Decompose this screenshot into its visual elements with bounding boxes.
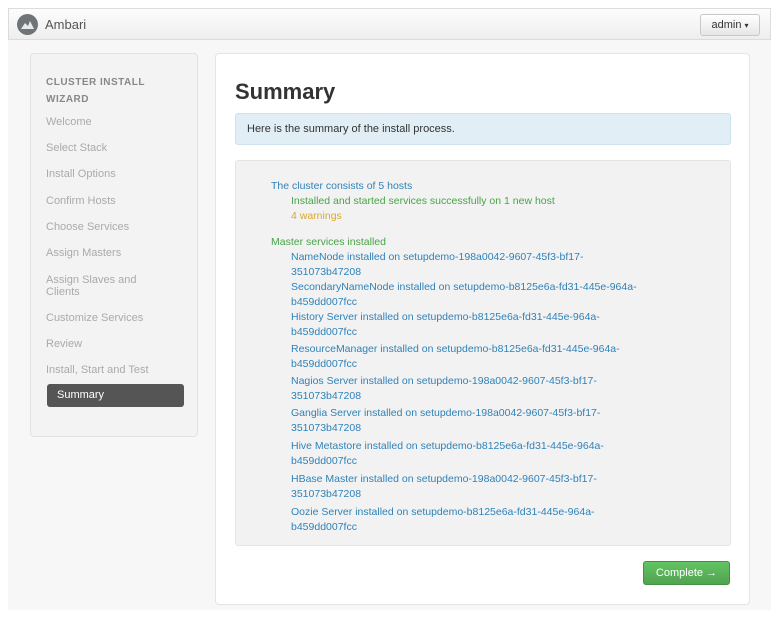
service-line: NameNode installed on setupdemo-198a0042… <box>291 251 584 263</box>
main-content-panel: Summary Here is the summary of the insta… <box>215 53 750 605</box>
sidebar-item-choose-services[interactable]: Choose Services <box>46 221 186 233</box>
service-line: SecondaryNameNode installed on setupdemo… <box>291 281 637 293</box>
complete-button[interactable]: Complete → <box>643 561 730 585</box>
page-title: Summary <box>235 79 336 104</box>
service-line: HBase Master installed on setupdemo-198a… <box>291 473 597 485</box>
sidebar-item-assign-slaves[interactable]: Assign Slaves and Clients <box>46 274 156 298</box>
service-line: Oozie Server installed on setupdemo-b812… <box>291 506 595 518</box>
warnings-link[interactable]: 4 warnings <box>291 210 342 223</box>
sidebar-item-install-options[interactable]: Install Options <box>46 168 186 180</box>
chevron-down-icon: ▾ <box>744 21 749 30</box>
service-line: Nagios Server installed on setupdemo-198… <box>291 375 597 387</box>
service-line: b459dd007fcc <box>291 455 357 467</box>
master-services-header: Master services installed <box>271 236 386 248</box>
summary-well: The cluster consists of 5 hosts Installe… <box>235 160 731 546</box>
service-line: Ganglia Server installed on setupdemo-19… <box>291 407 601 419</box>
top-navbar: Ambari admin ▾ <box>8 8 771 40</box>
sidebar-header: CLUSTER INSTALL WIZARD <box>46 77 145 105</box>
brand-name[interactable]: Ambari <box>45 17 86 32</box>
service-line: ResourceManager installed on setupdemo-b… <box>291 343 620 355</box>
service-line: 351073b47208 <box>291 422 362 434</box>
user-menu-label: admin <box>711 19 742 31</box>
service-line: b459dd007fcc <box>291 326 357 338</box>
service-line: Hive Metastore installed on setupdemo-b8… <box>291 440 604 452</box>
service-line: 351073b47208 <box>291 390 362 402</box>
sidebar-item-summary[interactable]: Summary <box>47 384 184 407</box>
info-alert: Here is the summary of the install proce… <box>235 113 731 145</box>
sidebar-item-install-start-test[interactable]: Install, Start and Test <box>46 364 186 376</box>
user-menu-button[interactable]: admin ▾ <box>700 14 760 36</box>
cluster-hosts-text: The cluster consists of 5 hosts <box>271 180 413 192</box>
service-line: b459dd007fcc <box>291 521 357 533</box>
service-line: 351073b47208 <box>291 488 362 500</box>
service-line: 351073b47208 <box>291 266 362 278</box>
sidebar-item-review[interactable]: Review <box>46 338 186 350</box>
wizard-sidebar: CLUSTER INSTALL WIZARD Welcome Select St… <box>30 53 198 437</box>
service-line: b459dd007fcc <box>291 358 357 370</box>
install-success-text: Installed and started services successfu… <box>291 195 555 207</box>
sidebar-item-welcome[interactable]: Welcome <box>46 116 186 128</box>
sidebar-item-assign-masters[interactable]: Assign Masters <box>46 247 186 259</box>
service-line: History Server installed on setupdemo-b8… <box>291 311 600 323</box>
service-line: b459dd007fcc <box>291 296 357 308</box>
sidebar-item-select-stack[interactable]: Select Stack <box>46 142 186 154</box>
sidebar-item-confirm-hosts[interactable]: Confirm Hosts <box>46 195 186 207</box>
ambari-logo-icon[interactable] <box>17 14 38 35</box>
sidebar-item-customize-services[interactable]: Customize Services <box>46 312 186 324</box>
